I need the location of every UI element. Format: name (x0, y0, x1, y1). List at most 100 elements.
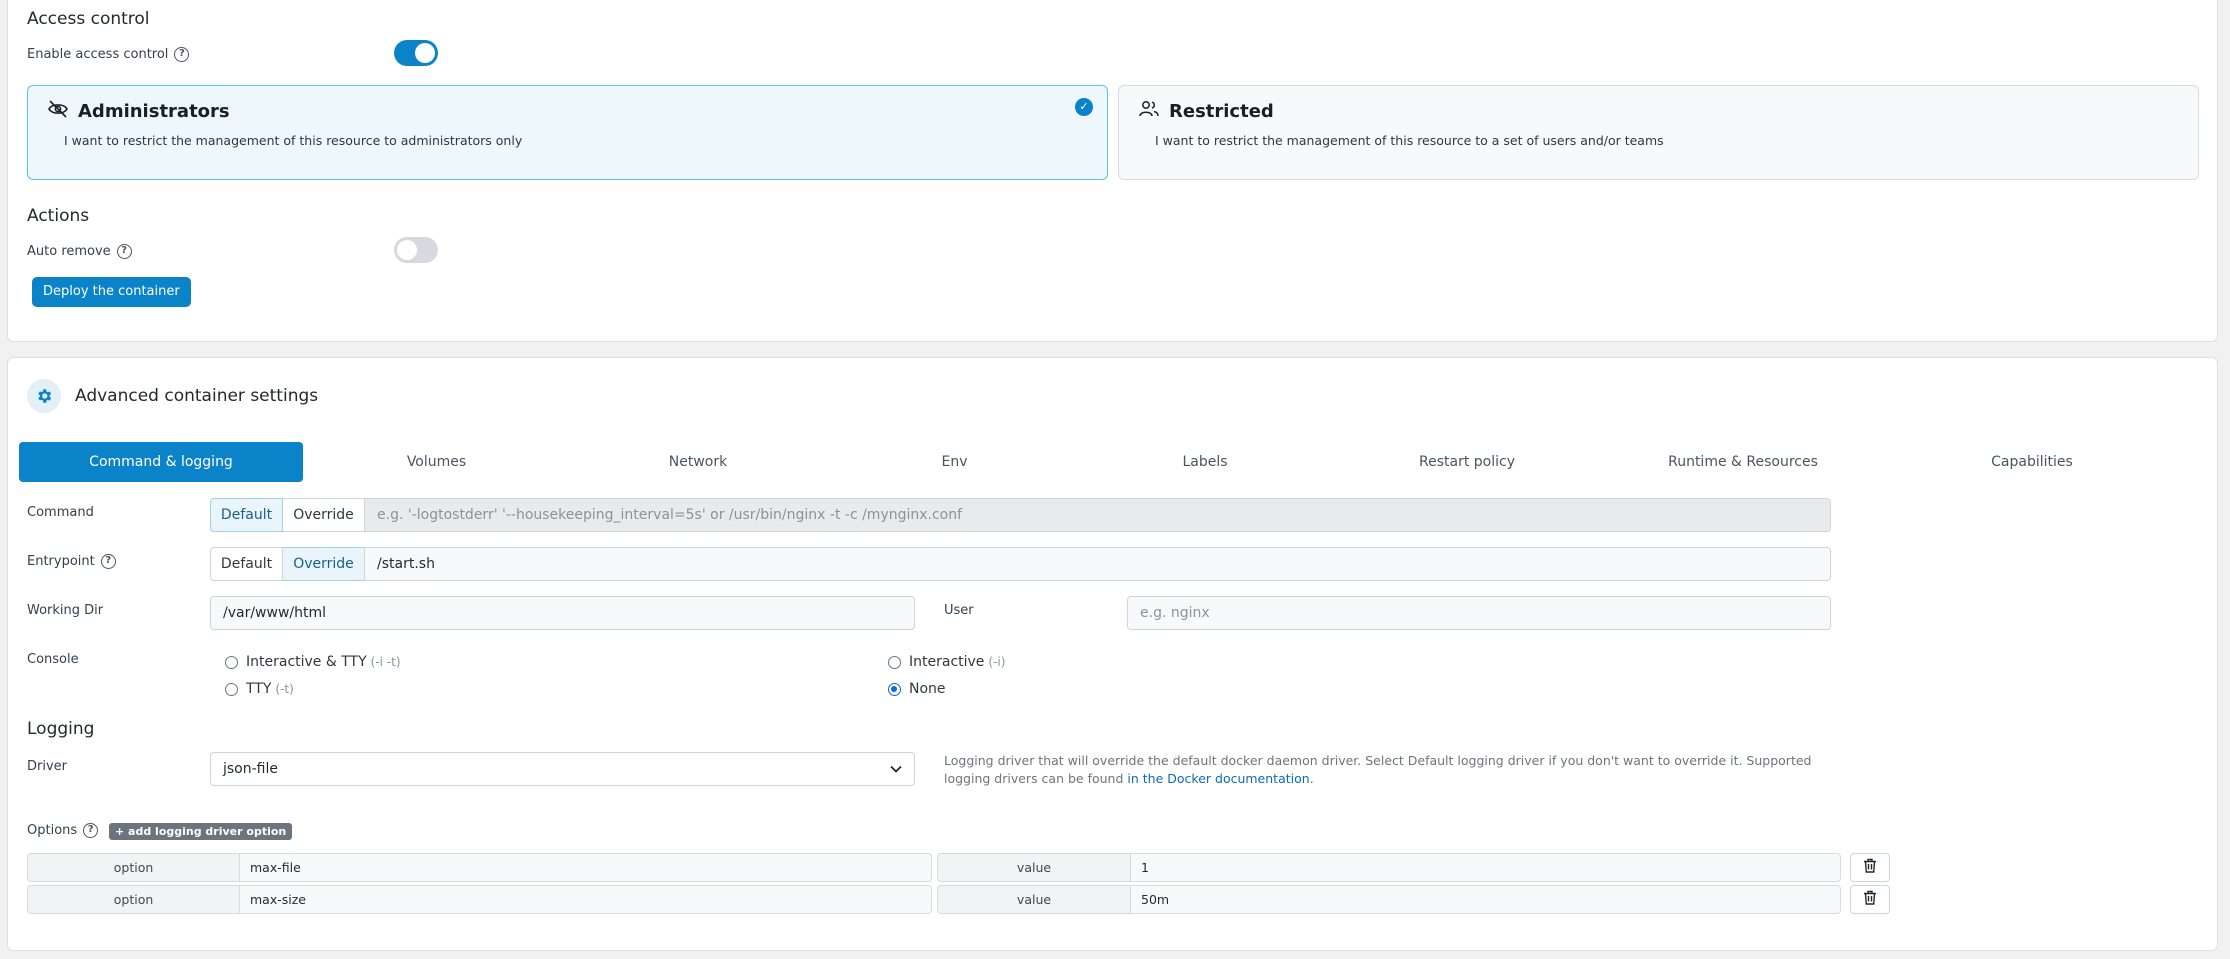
option-value-value: 1 (1141, 860, 1149, 875)
entrypoint-label-text: Entrypoint (27, 554, 95, 569)
restricted-title-text: Restricted (1169, 101, 1274, 122)
driver-select[interactable]: json-file (210, 752, 915, 786)
actions-title: Actions (27, 206, 90, 226)
console-option-label: Interactive (909, 654, 985, 670)
console-option-interactive-tty[interactable]: Interactive & TTY (-i -t) (225, 654, 401, 670)
restricted-title: Restricted (1139, 100, 2178, 123)
add-logging-option-button[interactable]: + add logging driver option (109, 823, 293, 840)
entrypoint-default-button[interactable]: Default (210, 547, 283, 581)
console-option-label: Interactive & TTY (246, 654, 367, 670)
toggle-knob (415, 43, 435, 63)
command-placeholder: e.g. '-logtostderr' '--housekeeping_inte… (377, 507, 963, 523)
command-mode-toggle: Default Override (210, 498, 365, 532)
console-option-tty[interactable]: TTY (-t) (225, 681, 294, 697)
docker-documentation-link[interactable]: in the Docker documentation (1127, 771, 1309, 786)
entrypoint-mode-toggle: Default Override (210, 547, 365, 581)
auto-remove-toggle[interactable] (394, 237, 438, 263)
tab-env[interactable]: Env (826, 442, 1083, 482)
radio-interactive[interactable] (888, 655, 901, 669)
radio-none[interactable] (888, 682, 901, 696)
driver-selected-value: json-file (223, 761, 278, 777)
console-option-none[interactable]: None (888, 681, 946, 697)
tab-restart-policy[interactable]: Restart policy (1327, 442, 1607, 482)
option-key-input[interactable]: max-file (240, 853, 932, 882)
command-override-button[interactable]: Override (283, 498, 365, 532)
tab-volumes[interactable]: Volumes (303, 442, 570, 482)
eye-off-icon (48, 100, 68, 123)
console-option-hint: (-i -t) (370, 655, 401, 669)
tab-capabilities[interactable]: Capabilities (1879, 442, 2185, 482)
logging-help-end: . (1309, 771, 1314, 786)
option-value-input[interactable]: 50m (1131, 885, 1841, 914)
driver-label-text: Driver (27, 759, 68, 774)
working-dir-label: Working Dir (27, 603, 103, 618)
console-label-text: Console (27, 652, 79, 667)
help-icon[interactable]: ? (174, 47, 190, 62)
driver-label: Driver (27, 759, 67, 774)
users-icon (1139, 100, 1159, 123)
auto-remove-label: Auto remove ? (27, 244, 132, 259)
command-input[interactable]: e.g. '-logtostderr' '--housekeeping_inte… (364, 498, 1831, 532)
command-label: Command (27, 505, 94, 520)
entrypoint-value: /start.sh (377, 556, 435, 572)
restricted-description: I want to restrict the management of thi… (1155, 133, 1664, 148)
option-value-label: value (937, 853, 1131, 882)
option-key-label: option (27, 853, 240, 882)
delete-option-button[interactable] (1850, 853, 1890, 882)
console-option-label: None (909, 681, 946, 697)
access-control-title: Access control (27, 9, 150, 29)
console-option-label: TTY (246, 681, 272, 697)
user-placeholder: e.g. nginx (1140, 605, 1210, 621)
tab-command-logging[interactable]: Command & logging (19, 442, 303, 482)
chevron-down-icon (890, 761, 902, 777)
logging-help-text: Logging driver that will override the de… (944, 752, 1834, 788)
options-label-text: Options (27, 823, 78, 838)
console-option-hint: (-i) (988, 655, 1006, 669)
enable-access-control-toggle[interactable] (394, 40, 438, 66)
administrators-card[interactable]: Administrators I want to restrict the ma… (27, 85, 1108, 180)
working-dir-input[interactable]: /var/www/html (210, 596, 915, 630)
command-default-button[interactable]: Default (210, 498, 283, 532)
trash-icon (1863, 890, 1877, 909)
delete-option-button[interactable] (1850, 885, 1890, 914)
command-label-text: Command (27, 505, 94, 520)
help-icon[interactable]: ? (116, 244, 132, 259)
administrators-description: I want to restrict the management of thi… (64, 133, 523, 148)
option-value-input[interactable]: 1 (1131, 853, 1841, 882)
settings-tabs: Command & logging Volumes Network Env La… (19, 442, 2209, 482)
help-icon[interactable]: ? (83, 823, 99, 838)
entrypoint-override-button[interactable]: Override (283, 547, 365, 581)
logging-title: Logging (27, 719, 95, 739)
console-option-interactive[interactable]: Interactive (-i) (888, 654, 1005, 670)
auto-remove-text: Auto remove (27, 244, 111, 259)
radio-interactive-tty[interactable] (225, 655, 238, 669)
entrypoint-input[interactable]: /start.sh (364, 547, 1831, 581)
option-key-input[interactable]: max-size (240, 885, 932, 914)
toggle-knob (397, 240, 417, 260)
tab-runtime-resources[interactable]: Runtime & Resources (1607, 442, 1879, 482)
working-dir-value: /var/www/html (223, 605, 327, 621)
tab-labels[interactable]: Labels (1083, 442, 1327, 482)
option-key-label: option (27, 885, 240, 914)
tab-network[interactable]: Network (570, 442, 826, 482)
option-value-label: value (937, 885, 1131, 914)
check-icon: ✓ (1075, 98, 1093, 116)
restricted-card[interactable]: Restricted I want to restrict the manage… (1118, 85, 2199, 180)
administrators-title-text: Administrators (78, 101, 230, 122)
gear-icon (27, 379, 61, 413)
radio-tty[interactable] (225, 682, 238, 696)
enable-access-control-text: Enable access control (27, 47, 169, 62)
working-dir-label-text: Working Dir (27, 603, 104, 618)
options-label: Options ? (27, 823, 99, 838)
deploy-container-button[interactable]: Deploy the container (32, 277, 191, 307)
help-icon[interactable]: ? (100, 554, 116, 569)
administrators-title: Administrators (48, 100, 1087, 123)
user-input[interactable]: e.g. nginx (1127, 596, 1831, 630)
user-label-text: User (944, 603, 974, 618)
advanced-settings-title: Advanced container settings (75, 386, 319, 406)
console-option-hint: (-t) (275, 682, 294, 696)
user-label: User (944, 603, 974, 618)
trash-icon (1863, 858, 1877, 877)
advanced-settings-header: Advanced container settings (27, 379, 318, 413)
option-key-value: max-size (250, 892, 306, 907)
